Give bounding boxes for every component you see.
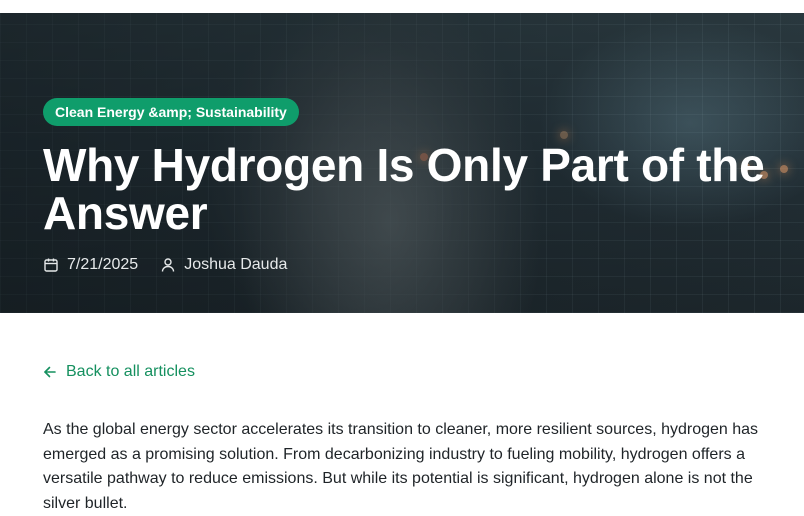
back-link-label: Back to all articles (66, 363, 195, 381)
body-line: versatile pathway to reduce emissions. B… (43, 467, 804, 492)
back-to-articles-link[interactable]: Back to all articles (43, 363, 195, 381)
top-strip (0, 0, 804, 13)
calendar-icon (43, 257, 59, 273)
article-body-paragraph: As the global energy sector accelerates … (43, 418, 804, 516)
date-text: 7/21/2025 (67, 256, 138, 274)
article-date: 7/21/2025 (43, 256, 138, 274)
article-meta: 7/21/2025 Joshua Dauda (43, 256, 309, 274)
body-line: silver bullet. (43, 492, 804, 516)
body-line: As the global energy sector accelerates … (43, 418, 804, 443)
user-icon (160, 257, 176, 273)
arrow-left-icon (43, 365, 57, 379)
author-name[interactable]: Joshua Dauda (184, 256, 287, 274)
article-author: Joshua Dauda (160, 256, 287, 274)
category-badge[interactable]: Clean Energy &amp; Sustainability (43, 98, 299, 126)
hero-banner: Clean Energy &amp; Sustainability Why Hy… (0, 13, 804, 313)
body-line: emerged as a promising solution. From de… (43, 443, 804, 468)
article-title: Why Hydrogen Is Only Part of the Answer (43, 141, 783, 237)
